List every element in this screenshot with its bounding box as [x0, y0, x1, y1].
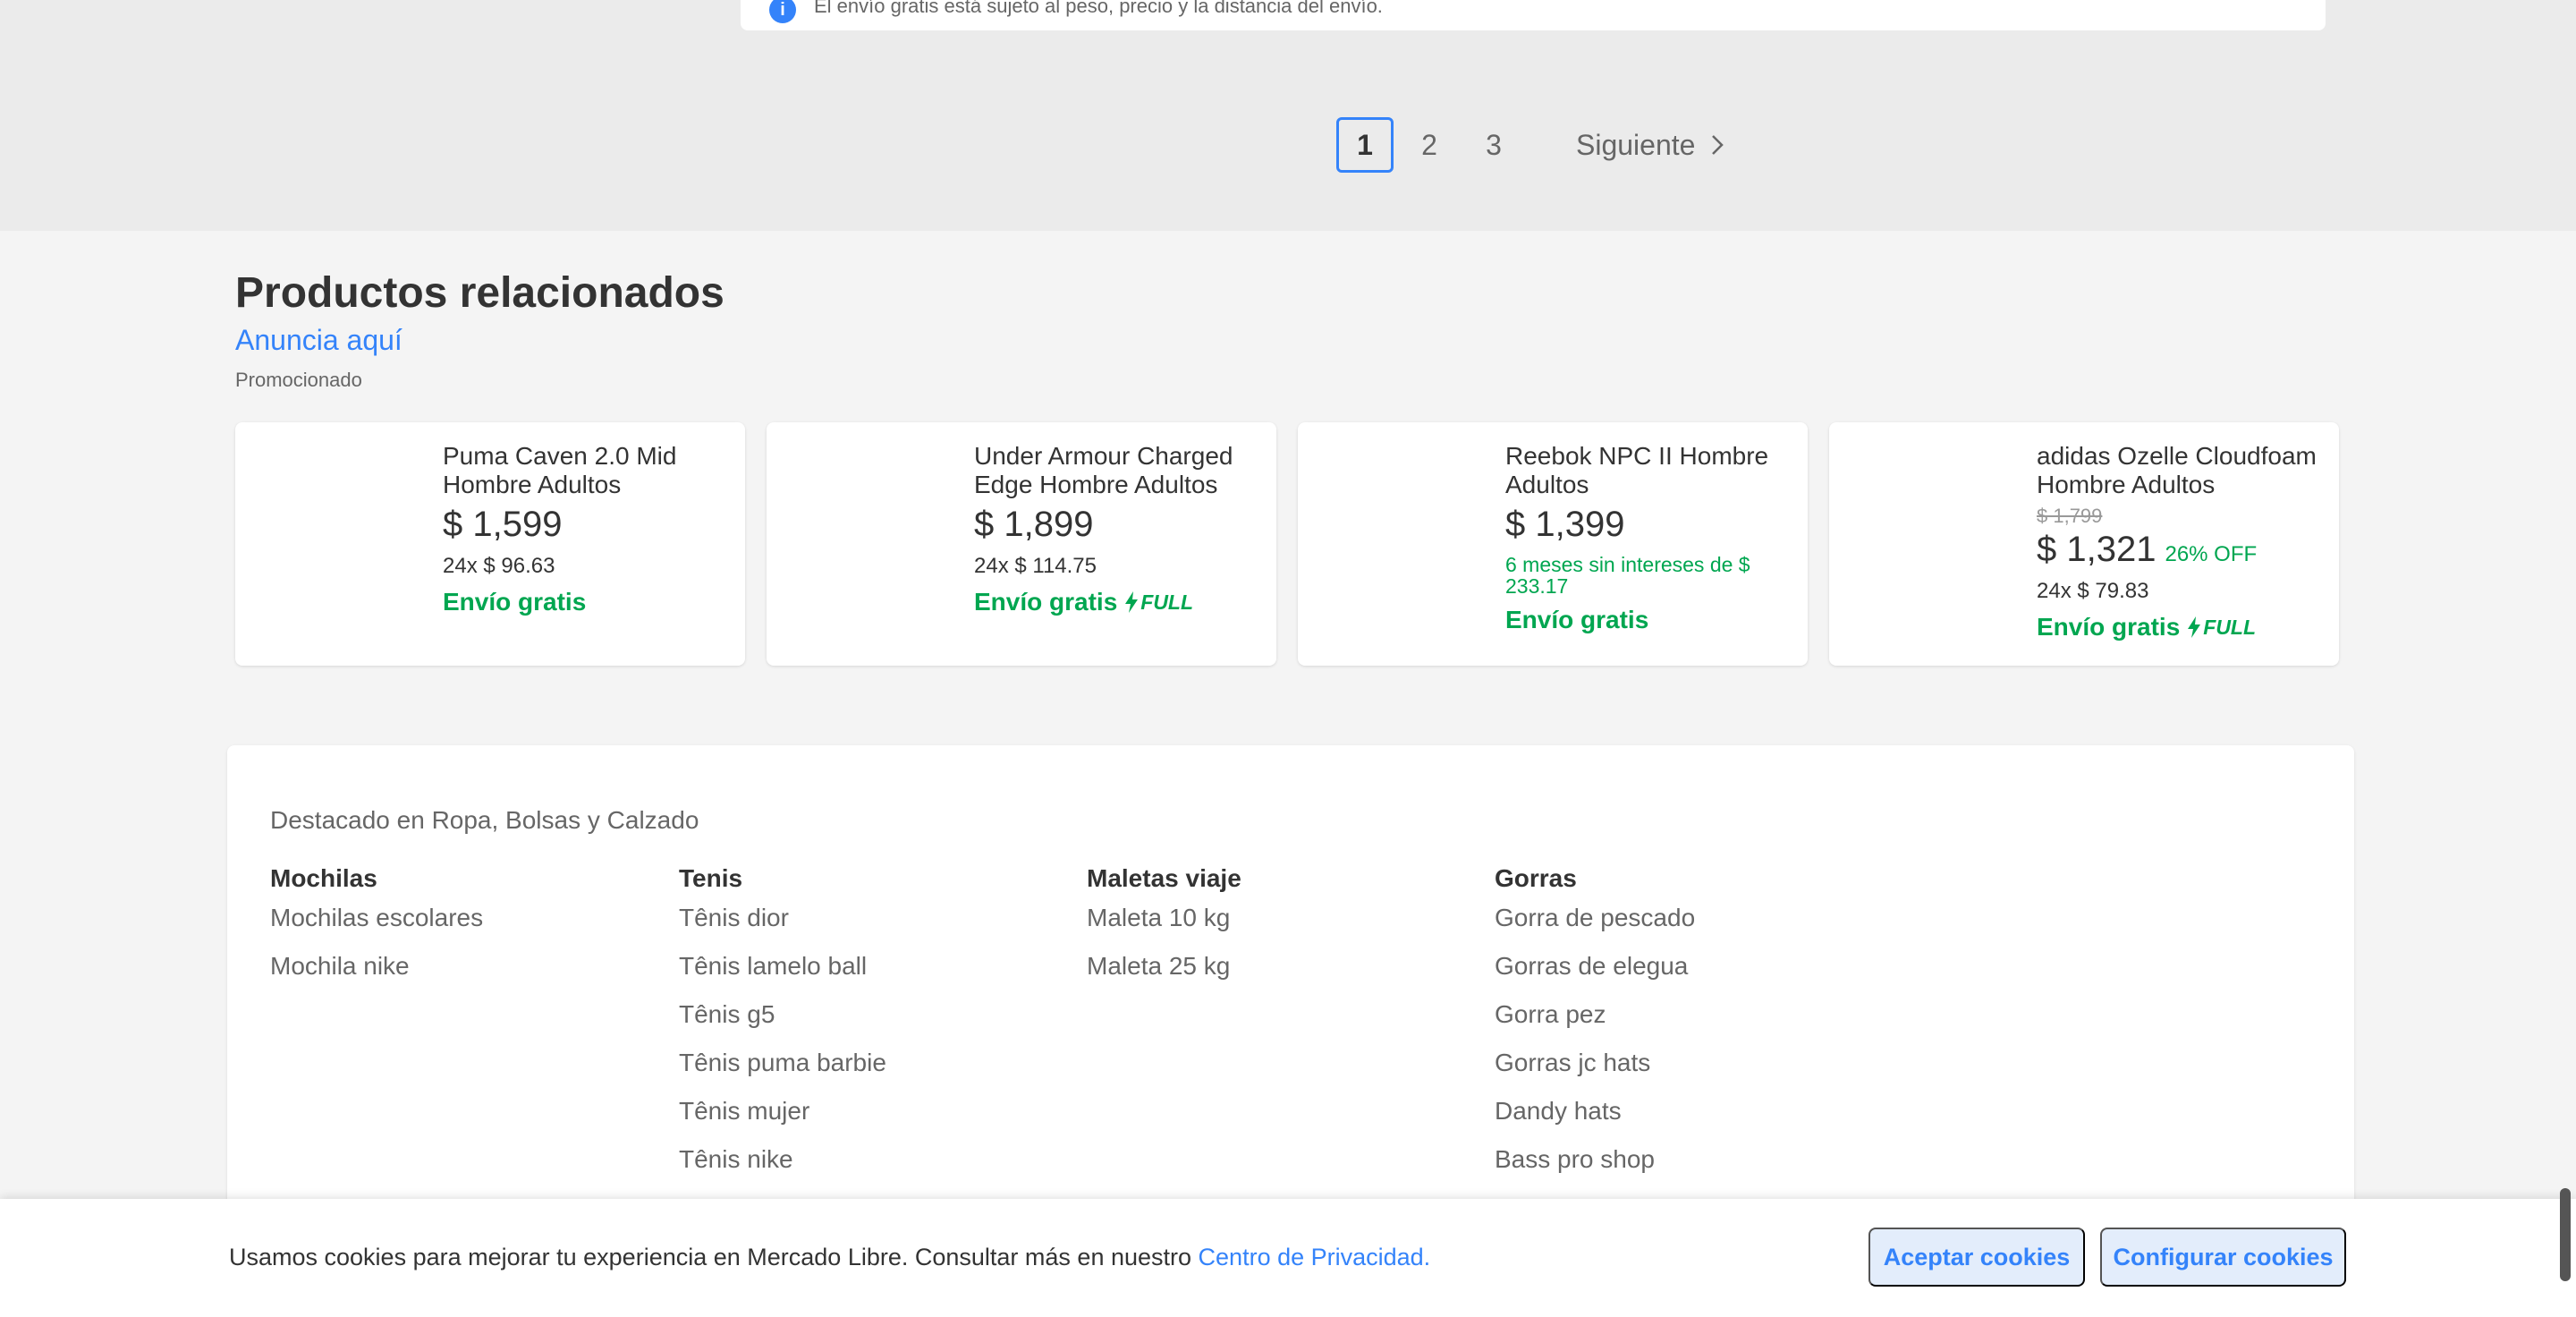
original-price: $ 1,799: [2037, 505, 2103, 527]
lightning-icon: [2188, 616, 2201, 638]
category-link[interactable]: Tênis mujer: [679, 1087, 886, 1135]
category-heading[interactable]: Tenis: [679, 863, 886, 894]
scrollbar[interactable]: [2556, 0, 2576, 1317]
product-card-adidas[interactable]: adidas Ozelle Cloudfoam Hombre Adultos $…: [1829, 422, 2339, 666]
product-price: $ 1,599: [443, 505, 563, 544]
product-card-under-armour[interactable]: Under Armour Charged Edge Hombre Adultos…: [767, 422, 1276, 666]
category-link[interactable]: Bass pro shop: [1495, 1135, 1695, 1184]
free-shipping-label: Envío gratis: [1505, 606, 1649, 633]
privacy-center-link[interactable]: Centro de Privacidad.: [1199, 1244, 1431, 1270]
free-shipping-label: Envío gratis: [2037, 613, 2181, 641]
category-link[interactable]: Mochila nike: [270, 942, 483, 990]
results-footer-band: i El envío gratis está sujeto al peso, p…: [0, 0, 2576, 231]
related-products-title: Productos relacionados: [235, 269, 724, 317]
category-column-maletas: Maletas viaje Maleta 10 kg Maleta 25 kg: [1087, 863, 1241, 990]
free-shipping-label: Envío gratis: [443, 588, 587, 616]
category-link[interactable]: Mochilas escolares: [270, 894, 483, 942]
category-heading[interactable]: Gorras: [1495, 863, 1695, 894]
product-installments: 24x $ 96.63: [443, 554, 555, 578]
product-image[interactable]: [1319, 444, 1480, 641]
interest-free-installments: 6 meses sin intereses de $ 233.17: [1505, 553, 1750, 598]
promoted-label: Promocionado: [235, 369, 362, 391]
discount-badge: 26% OFF: [2165, 542, 2258, 566]
category-heading[interactable]: Mochilas: [270, 863, 483, 894]
category-column-mochilas: Mochilas Mochilas escolares Mochila nike: [270, 863, 483, 990]
product-price: $ 1,899: [974, 505, 1094, 544]
category-link[interactable]: Maleta 10 kg: [1087, 894, 1241, 942]
shipping-notice: i El envío gratis está sujeto al peso, p…: [741, 0, 2326, 30]
accept-cookies-button[interactable]: Aceptar cookies: [1868, 1228, 2085, 1287]
lightning-icon: [1125, 591, 1139, 613]
category-link[interactable]: Dandy hats: [1495, 1087, 1695, 1135]
product-installments: 24x $ 114.75: [974, 554, 1097, 578]
scrollbar-thumb[interactable]: [2560, 1188, 2571, 1281]
advertise-here-link[interactable]: Anuncia aquí: [235, 324, 402, 357]
shipping-row: Envío gratis FULL: [2037, 613, 2323, 642]
category-link[interactable]: Gorra pez: [1495, 990, 1695, 1039]
product-title[interactable]: adidas Ozelle Cloudfoam Hombre Adultos: [2037, 442, 2323, 499]
featured-title: Destacado en Ropa, Bolsas y Calzado: [270, 806, 699, 834]
category-link[interactable]: Tênis puma barbie: [679, 1039, 886, 1087]
category-heading[interactable]: Maletas viaje: [1087, 863, 1241, 894]
category-link[interactable]: Gorra de pescado: [1495, 894, 1695, 942]
free-shipping-label: Envío gratis: [974, 588, 1118, 616]
page-2-link[interactable]: 2: [1401, 117, 1458, 173]
category-link[interactable]: Tênis nike: [679, 1135, 886, 1184]
category-column-tenis: Tenis Tênis dior Tênis lamelo ball Tênis…: [679, 863, 886, 1184]
product-price: $ 1,321: [2037, 530, 2157, 569]
category-link[interactable]: Gorras jc hats: [1495, 1039, 1695, 1087]
shipping-row: Envío gratis FULL: [974, 588, 1260, 616]
next-page-label: Siguiente: [1576, 128, 1696, 161]
cookie-message: Usamos cookies para mejorar tu experienc…: [229, 1244, 1430, 1271]
product-image[interactable]: [1851, 444, 2012, 641]
full-badge: FULL: [2187, 616, 2256, 640]
page-3-link[interactable]: 3: [1465, 117, 1522, 173]
next-page-link[interactable]: Siguiente: [1576, 129, 1724, 162]
product-card-puma[interactable]: Puma Caven 2.0 Mid Hombre Adultos $ 1,59…: [235, 422, 745, 666]
page-1-link[interactable]: 1: [1336, 117, 1394, 173]
shipping-notice-text: El envío gratis está sujeto al peso, pre…: [814, 0, 1383, 17]
product-image[interactable]: [257, 444, 418, 641]
category-link[interactable]: Tênis g5: [679, 990, 886, 1039]
category-link[interactable]: Maleta 25 kg: [1087, 942, 1241, 990]
category-link[interactable]: Tênis dior: [679, 894, 886, 942]
cookie-banner: Usamos cookies para mejorar tu experienc…: [0, 1199, 2576, 1317]
category-column-gorras: Gorras Gorra de pescado Gorras de elegua…: [1495, 863, 1695, 1184]
full-label: FULL: [2203, 615, 2257, 639]
configure-cookies-button[interactable]: Configurar cookies: [2100, 1228, 2346, 1287]
full-badge: FULL: [1124, 591, 1193, 615]
cookie-message-text: Usamos cookies para mejorar tu experienc…: [229, 1244, 1192, 1270]
product-price: $ 1,399: [1505, 505, 1625, 544]
full-label: FULL: [1140, 590, 1194, 614]
pagination: 1 2 3 Siguiente: [1336, 117, 1724, 173]
category-link[interactable]: Gorras de elegua: [1495, 942, 1695, 990]
info-icon: i: [769, 0, 796, 23]
product-title[interactable]: Reebok NPC II Hombre Adultos: [1505, 442, 1792, 499]
product-image[interactable]: [788, 444, 949, 641]
product-installments: 24x $ 79.83: [2037, 579, 2149, 603]
chevron-right-icon: [1712, 135, 1724, 155]
category-link[interactable]: Tênis lamelo ball: [679, 942, 886, 990]
product-title[interactable]: Puma Caven 2.0 Mid Hombre Adultos: [443, 442, 729, 499]
product-title[interactable]: Under Armour Charged Edge Hombre Adultos: [974, 442, 1260, 499]
product-card-reebok[interactable]: Reebok NPC II Hombre Adultos $ 1,399 6 m…: [1298, 422, 1808, 666]
